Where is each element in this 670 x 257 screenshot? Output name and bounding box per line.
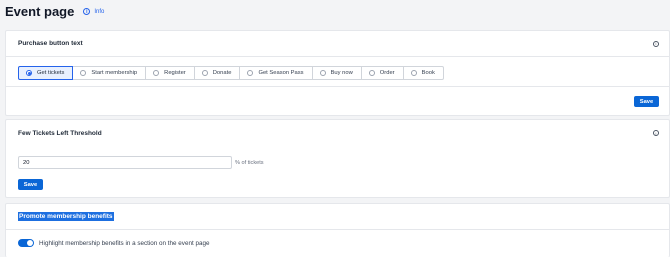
option-label: Buy now: [330, 70, 353, 76]
option-start-membership[interactable]: Start membership: [73, 66, 147, 80]
threshold-card: Few Tickets Left Threshold i 20 % of tic…: [5, 119, 670, 198]
page-header: Event page i Info: [5, 4, 104, 19]
radio-icon: [26, 70, 32, 76]
threshold-input-row: 20 % of tickets: [18, 156, 264, 169]
option-label: Register: [164, 70, 186, 76]
membership-card: Promote membership benefits Highlight me…: [5, 203, 670, 257]
option-get-season-pass[interactable]: Get Season Pass: [240, 66, 313, 80]
help-icon[interactable]: i: [653, 130, 659, 136]
radio-icon: [410, 70, 417, 76]
option-label: Book: [421, 70, 435, 76]
radio-icon: [201, 70, 208, 76]
option-label: Start membership: [91, 70, 138, 76]
card-header: Promote membership benefits: [6, 204, 669, 230]
option-buy-now[interactable]: Buy now: [312, 66, 362, 80]
card-header: Purchase button text i: [6, 31, 669, 57]
card-header: Few Tickets Left Threshold i: [6, 120, 669, 146]
option-get-tickets[interactable]: Get tickets: [18, 66, 74, 80]
info-link[interactable]: i Info: [83, 8, 104, 15]
threshold-input[interactable]: 20: [18, 156, 232, 169]
page-title: Event page: [5, 4, 75, 19]
purchase-text-options: Get tickets Start membership Register Do…: [18, 66, 669, 80]
option-order[interactable]: Order: [361, 66, 404, 80]
option-label: Donate: [212, 70, 232, 76]
radio-icon: [368, 70, 375, 76]
option-label: Get tickets: [37, 70, 65, 76]
save-button[interactable]: Save: [634, 96, 659, 107]
membership-toggle-row: Highlight membership benefits in a secti…: [18, 239, 209, 247]
purchase-button-card: Purchase button text i Get tickets Start…: [5, 30, 670, 116]
card-title: Few Tickets Left Threshold: [18, 129, 102, 137]
radio-icon: [247, 70, 254, 76]
radio-icon: [80, 70, 87, 76]
help-icon[interactable]: i: [653, 40, 659, 47]
card-title: Purchase button text: [18, 40, 83, 47]
card-body: Get tickets Start membership Register Do…: [6, 57, 669, 87]
radio-icon: [319, 70, 326, 76]
option-donate[interactable]: Donate: [194, 66, 241, 80]
save-button[interactable]: Save: [18, 179, 43, 190]
info-icon: i: [83, 8, 91, 15]
info-label: Info: [94, 8, 105, 15]
option-label: Order: [379, 70, 395, 76]
option-book[interactable]: Book: [403, 66, 444, 80]
toggle-label: Highlight membership benefits in a secti…: [39, 239, 210, 247]
card-title: Promote membership benefits: [18, 212, 114, 221]
threshold-suffix: % of tickets: [235, 159, 264, 166]
membership-toggle[interactable]: [18, 239, 34, 247]
radio-icon: [153, 70, 160, 76]
option-register[interactable]: Register: [146, 66, 195, 80]
option-label: Get Season Pass: [258, 70, 304, 76]
